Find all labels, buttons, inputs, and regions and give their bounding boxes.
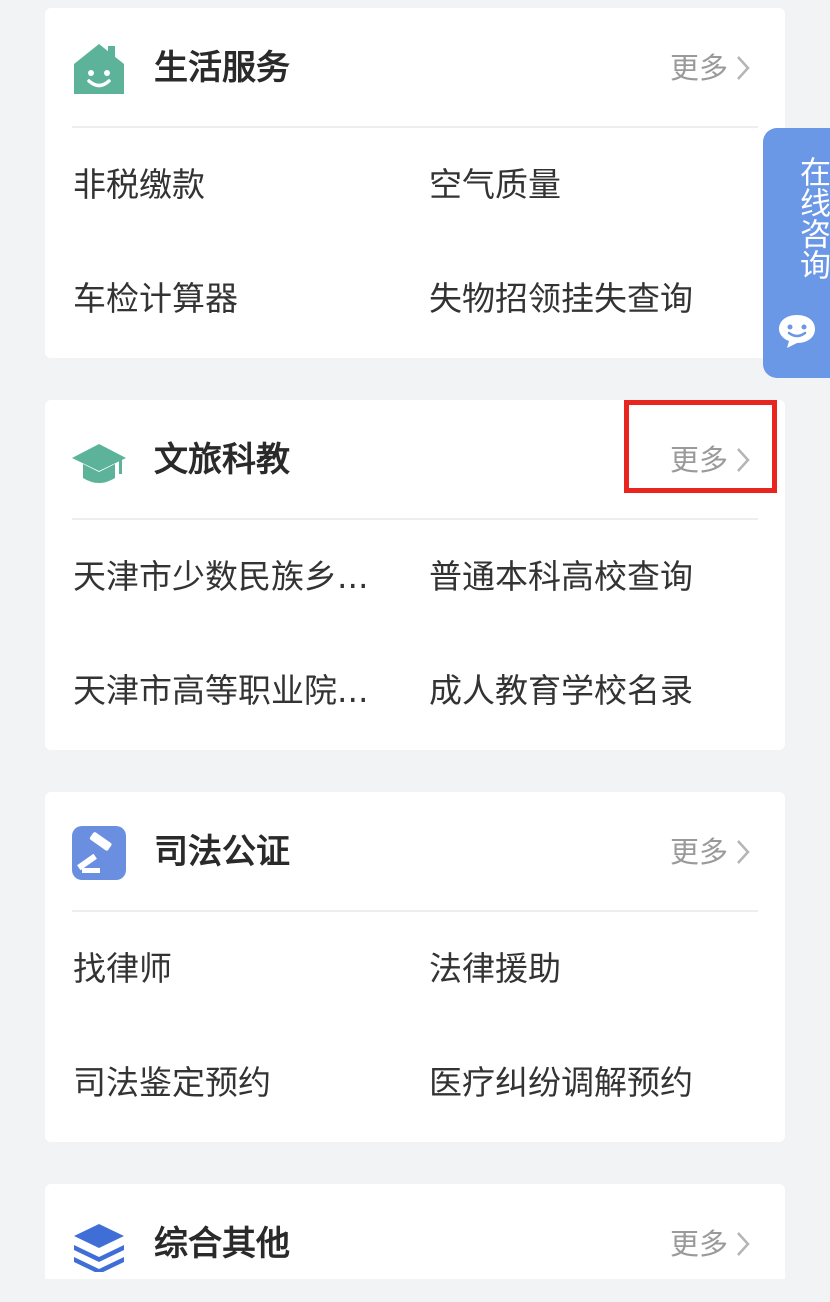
- section-header: 司法公证 更多: [72, 792, 758, 912]
- section-header: 综合其他 更多: [72, 1184, 758, 1302]
- section-title: 文旅科教: [154, 440, 290, 480]
- section-card-other: 综合其他 更多: [45, 1184, 785, 1279]
- highlight-box: [624, 400, 777, 493]
- section-title: 综合其他: [154, 1224, 290, 1264]
- chevron-right-icon: [737, 840, 750, 864]
- service-item[interactable]: 成人教育学校名录: [429, 634, 785, 748]
- house-smile-icon: [72, 42, 126, 96]
- graduation-cap-icon: [72, 434, 126, 488]
- more-link[interactable]: 更多: [670, 46, 750, 90]
- service-item[interactable]: 天津市少数民族乡...: [73, 520, 429, 634]
- section-card-life-services: 生活服务 更多 非税缴款 空气质量 车检计算器 失物招领挂失查询: [45, 8, 785, 358]
- service-grid: 天津市少数民族乡... 普通本科高校查询 天津市高等职业院... 成人教育学校名…: [45, 520, 785, 748]
- service-item[interactable]: 非税缴款: [73, 128, 429, 242]
- chevron-right-icon: [737, 1232, 750, 1256]
- service-item[interactable]: 找律师: [73, 912, 429, 1026]
- more-link[interactable]: 更多: [670, 830, 750, 874]
- more-label: 更多: [669, 51, 728, 85]
- chat-bubble-icon: [777, 313, 817, 353]
- service-item[interactable]: 失物招领挂失查询: [429, 242, 785, 356]
- gavel-icon: [72, 826, 126, 880]
- more-label: 更多: [669, 1227, 728, 1261]
- chevron-right-icon: [737, 56, 750, 80]
- section-title: 司法公证: [154, 832, 290, 872]
- service-item[interactable]: 法律援助: [429, 912, 785, 1026]
- section-title: 生活服务: [154, 48, 290, 88]
- service-item[interactable]: 车检计算器: [73, 242, 429, 356]
- more-link[interactable]: 更多: [670, 1222, 750, 1266]
- service-item[interactable]: 天津市高等职业院...: [73, 634, 429, 748]
- service-item[interactable]: 空气质量: [429, 128, 785, 242]
- service-item[interactable]: 医疗纠纷调解预约: [429, 1026, 785, 1140]
- service-grid: 非税缴款 空气质量 车检计算器 失物招领挂失查询: [45, 128, 785, 356]
- section-card-judicial-notary: 司法公证 更多 找律师 法律援助 司法鉴定预约 医疗纠纷调解预约: [45, 792, 785, 1142]
- service-item[interactable]: 普通本科高校查询: [429, 520, 785, 634]
- layers-icon: [72, 1218, 126, 1274]
- service-grid: 找律师 法律援助 司法鉴定预约 医疗纠纷调解预约: [45, 912, 785, 1140]
- online-consult-label: 在线咨询: [794, 156, 830, 280]
- more-label: 更多: [669, 835, 728, 869]
- online-consult-tab[interactable]: 在线咨询: [763, 128, 830, 378]
- section-header: 生活服务 更多: [72, 8, 758, 128]
- service-item[interactable]: 司法鉴定预约: [73, 1026, 429, 1140]
